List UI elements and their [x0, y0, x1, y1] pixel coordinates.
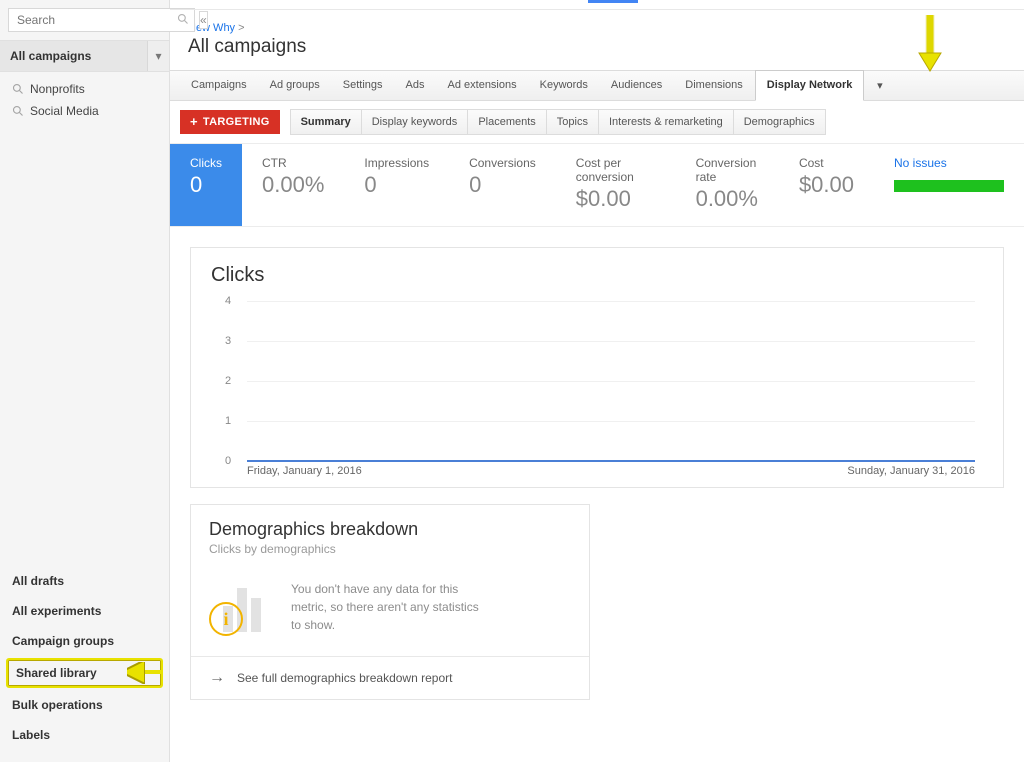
- subtab-placements[interactable]: Placements: [467, 109, 545, 135]
- chart-title: Clicks: [211, 264, 983, 287]
- metric-conversion-rate[interactable]: Conversion rate 0.00%: [676, 144, 779, 226]
- sidebar-lower-nav: All drafts All experiments Campaign grou…: [0, 560, 169, 762]
- no-issues-link[interactable]: No issues: [894, 156, 1004, 170]
- chart-card: Clicks 4 3 2 1 0 Friday, January 1, 2016…: [190, 247, 1004, 488]
- all-campaigns-dropdown[interactable]: ▾: [147, 41, 169, 71]
- tab-audiences[interactable]: Audiences: [600, 71, 674, 100]
- subtab-topics[interactable]: Topics: [546, 109, 598, 135]
- chart-ytick: 0: [225, 455, 231, 467]
- metrics-row: Clicks 0 CTR 0.00% Impressions 0 Convers…: [170, 144, 1024, 227]
- targeting-button-label: TARGETING: [203, 116, 270, 128]
- sidebar-item-label: Nonprofits: [30, 82, 85, 96]
- chart-ytick: 4: [225, 295, 231, 307]
- all-campaigns-button[interactable]: All campaigns: [0, 41, 147, 71]
- search-input[interactable]: [8, 8, 195, 32]
- annotation-arrow-icon: [915, 13, 945, 75]
- sub-tabs: Summary Display keywords Placements Topi…: [290, 109, 826, 135]
- metric-ctr[interactable]: CTR 0.00%: [242, 144, 344, 226]
- status-bar: [894, 180, 1004, 192]
- chart-plot-area: 4 3 2 1 0: [247, 301, 975, 461]
- subtab-demographics[interactable]: Demographics: [733, 109, 826, 135]
- campaign-icon: [12, 83, 24, 95]
- chart-ytick: 2: [225, 375, 231, 387]
- sidebar-link-bulk-operations[interactable]: Bulk operations: [0, 690, 169, 720]
- metric-label: Cost per conversion: [576, 156, 656, 184]
- metric-label: CTR: [262, 156, 324, 170]
- tab-keywords[interactable]: Keywords: [529, 71, 600, 100]
- subtab-summary[interactable]: Summary: [290, 109, 361, 135]
- metric-value: $0.00: [799, 172, 854, 198]
- metric-value: 0: [469, 172, 536, 198]
- sidebar-item-nonprofits[interactable]: Nonprofits: [0, 78, 169, 100]
- metric-label: Conversion rate: [696, 156, 759, 184]
- tab-dimensions[interactable]: Dimensions: [674, 71, 754, 100]
- metric-label: Cost: [799, 156, 854, 170]
- chart-data-line: [247, 460, 975, 462]
- info-icon: i: [209, 602, 243, 636]
- sidebar-link-labels[interactable]: Labels: [0, 720, 169, 750]
- arrow-right-icon: →: [209, 669, 225, 687]
- sidebar-link-campaign-groups[interactable]: Campaign groups: [0, 626, 169, 656]
- metric-value: 0.00%: [696, 186, 759, 212]
- main-content: New Why > All campaigns Campaigns Ad gro…: [170, 0, 1024, 762]
- annotation-arrow-icon: [127, 662, 163, 684]
- tab-ad-extensions[interactable]: Ad extensions: [437, 71, 529, 100]
- demographics-report-link[interactable]: → See full demographics breakdown report: [191, 656, 589, 699]
- metric-value: $0.00: [576, 186, 656, 212]
- metric-label: Clicks: [190, 156, 222, 170]
- sidebar-item-label: Shared library: [16, 666, 97, 680]
- metric-cost-per-conversion[interactable]: Cost per conversion $0.00: [556, 144, 676, 226]
- metric-impressions[interactable]: Impressions 0: [344, 144, 449, 226]
- sidebar-link-all-experiments[interactable]: All experiments: [0, 596, 169, 626]
- tab-display-network[interactable]: Display Network: [755, 70, 865, 101]
- status-cell: No issues: [874, 144, 1024, 226]
- subtab-display-keywords[interactable]: Display keywords: [361, 109, 468, 135]
- chart-xlabel-start: Friday, January 1, 2016: [247, 465, 362, 477]
- metric-clicks[interactable]: Clicks 0: [170, 144, 242, 226]
- demographics-title: Demographics breakdown: [209, 519, 571, 540]
- chart-ytick: 3: [225, 335, 231, 347]
- main-tabs: Campaigns Ad groups Settings Ads Ad exte…: [170, 70, 1024, 101]
- tab-campaigns[interactable]: Campaigns: [180, 71, 259, 100]
- top-tab-indicator: [588, 0, 638, 3]
- targeting-button[interactable]: + TARGETING: [180, 110, 280, 134]
- collapse-sidebar-button[interactable]: «: [199, 11, 208, 29]
- metric-cost[interactable]: Cost $0.00: [779, 144, 874, 226]
- demographics-subtitle: Clicks by demographics: [209, 542, 571, 556]
- sidebar: « All campaigns ▾ Nonprofits Social Medi…: [0, 0, 170, 762]
- chart-ytick: 1: [225, 415, 231, 427]
- demographics-card: Demographics breakdown Clicks by demogra…: [190, 504, 590, 700]
- metric-value: 0: [190, 172, 222, 198]
- breadcrumb-separator: >: [238, 22, 244, 34]
- breadcrumb: New Why >: [170, 10, 1024, 36]
- chart-xlabel-end: Sunday, January 31, 2016: [847, 465, 975, 477]
- metric-label: Conversions: [469, 156, 536, 170]
- sidebar-link-all-drafts[interactable]: All drafts: [0, 566, 169, 596]
- tab-ads[interactable]: Ads: [395, 71, 437, 100]
- sidebar-item-label: Social Media: [30, 104, 99, 118]
- metric-value: 0: [364, 172, 429, 198]
- sidebar-item-social-media[interactable]: Social Media: [0, 100, 169, 122]
- metric-label: Impressions: [364, 156, 429, 170]
- tab-ad-groups[interactable]: Ad groups: [259, 71, 332, 100]
- tab-settings[interactable]: Settings: [332, 71, 395, 100]
- search-icon: [177, 13, 189, 25]
- subtab-interests-remarketing[interactable]: Interests & remarketing: [598, 109, 733, 135]
- sidebar-link-shared-library[interactable]: Shared library: [6, 658, 163, 688]
- campaign-list: Nonprofits Social Media: [0, 72, 169, 128]
- metric-value: 0.00%: [262, 172, 324, 198]
- demographics-empty-text: You don't have any data for this metric,…: [291, 580, 491, 634]
- metric-conversions[interactable]: Conversions 0: [449, 144, 556, 226]
- page-title: All campaigns: [170, 36, 1024, 70]
- demographics-footer-label: See full demographics breakdown report: [237, 671, 452, 685]
- plus-icon: +: [190, 117, 198, 127]
- campaign-icon: [12, 105, 24, 117]
- breadcrumb-root[interactable]: New Why: [188, 22, 235, 34]
- tab-more-dropdown[interactable]: ▾: [864, 71, 896, 100]
